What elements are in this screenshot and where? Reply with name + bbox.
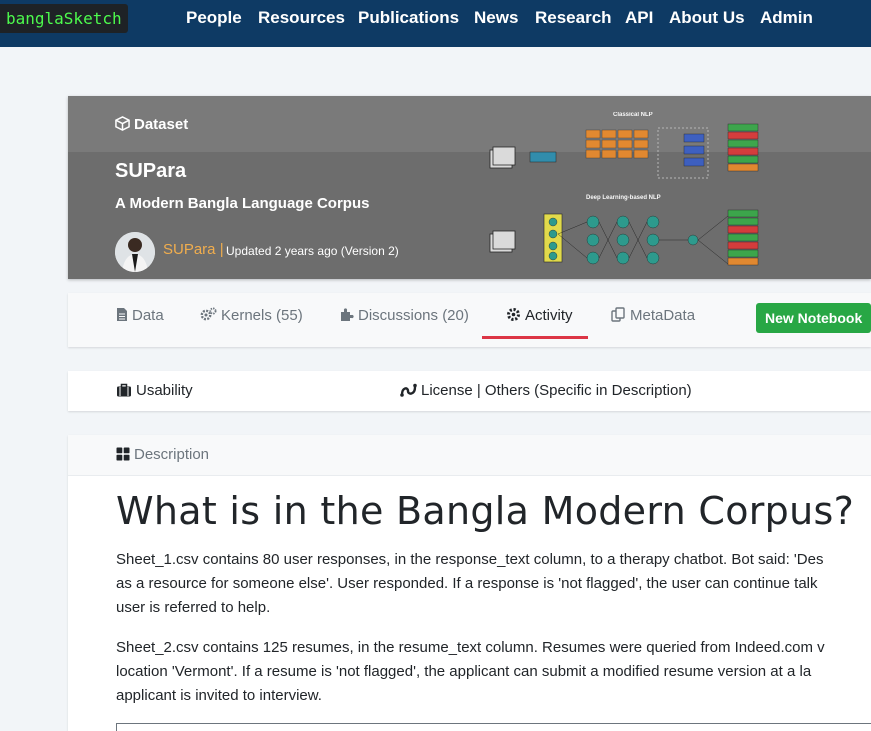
- license-label: License | Others (Specific in Descriptio…: [421, 382, 692, 399]
- nav-research[interactable]: Research: [535, 8, 612, 28]
- copy-icon: [611, 307, 625, 322]
- paragraph-2-line-1: Sheet_2.csv contains 125 resumes, in the…: [116, 639, 825, 656]
- active-tab-indicator: [482, 336, 588, 339]
- paragraph-1-line-2: as a resource for someone else'. User re…: [116, 575, 818, 592]
- figure-bottom-title: Deep Learning-based NLP: [586, 195, 661, 201]
- nav-publications[interactable]: Publications: [358, 8, 459, 28]
- description-heading: What is in the Bangla Modern Corpus?: [116, 489, 855, 533]
- gear-icon: [507, 308, 520, 321]
- tab-discussions-label: Discussions (20): [358, 307, 469, 324]
- owner-link[interactable]: SUPara |: [163, 241, 224, 258]
- nav-api[interactable]: API: [625, 8, 653, 28]
- tab-metadata[interactable]: MetaData: [611, 307, 695, 324]
- license-icon: [400, 383, 417, 397]
- file-icon: [117, 308, 127, 321]
- top-nav: banglaSketch People Resources Publicatio…: [0, 0, 871, 47]
- dataset-subtitle: A Modern Bangla Language Corpus: [115, 195, 370, 212]
- dataset-title: SUPara: [115, 160, 187, 182]
- tab-activity-label: Activity: [525, 307, 573, 324]
- dataset-info-bar: Usability License | Others (Specific in …: [68, 371, 871, 411]
- person-icon: [115, 232, 155, 272]
- usability-label: Usability: [136, 382, 193, 399]
- usability-info: Usability: [116, 382, 193, 399]
- figure-top-title: Classical NLP: [613, 112, 653, 118]
- grid-icon: [116, 447, 130, 461]
- nav-people[interactable]: People: [186, 8, 242, 28]
- nav-resources[interactable]: Resources: [258, 8, 345, 28]
- gears-icon: [200, 307, 217, 321]
- paragraph-2-line-2: location 'Vermont'. If a resume is 'not …: [116, 663, 812, 680]
- description-label: Description: [116, 446, 209, 463]
- paragraph-2-line-3: applicant is invited to interview.: [116, 687, 322, 704]
- briefcase-icon: [117, 383, 131, 397]
- nlp-pipeline-figure: Classical NLP Deep Learning-based NLP: [489, 112, 759, 266]
- data-table-edge: [116, 723, 871, 731]
- license-info: License | Others (Specific in Descriptio…: [400, 382, 692, 399]
- dataset-hero: Classical NLP Deep Learning-based NLP Da…: [68, 96, 871, 279]
- tab-data-label: Data: [132, 307, 164, 324]
- tab-discussions[interactable]: Discussions (20): [339, 307, 469, 324]
- description-card: Description What is in the Bangla Modern…: [68, 435, 871, 731]
- new-notebook-button[interactable]: New Notebook: [756, 303, 871, 333]
- nav-about-us[interactable]: About Us: [669, 8, 745, 28]
- paragraph-1-line-3: user is referred to help.: [116, 599, 271, 616]
- tab-activity[interactable]: Activity: [506, 307, 573, 324]
- updated-info: Updated 2 years ago (Version 2): [226, 244, 399, 258]
- dataset-tabs: Data Kernels (55) Discussions (20) Activ…: [68, 293, 871, 347]
- paragraph-1-line-1: Sheet_1.csv contains 80 user responses, …: [116, 551, 824, 568]
- tab-kernels-label: Kernels (55): [221, 307, 303, 324]
- description-header: Description: [68, 435, 871, 476]
- cube-icon: [115, 116, 130, 131]
- tab-data[interactable]: Data: [116, 307, 164, 324]
- puzzle-icon: [341, 308, 354, 321]
- nav-admin[interactable]: Admin: [760, 8, 813, 28]
- dataset-type-label: Dataset: [115, 116, 188, 133]
- dataset-type-text: Dataset: [134, 116, 189, 133]
- owner-avatar[interactable]: [115, 232, 155, 272]
- brand-logo[interactable]: banglaSketch: [0, 4, 128, 33]
- nav-news[interactable]: News: [474, 8, 518, 28]
- tab-metadata-label: MetaData: [630, 307, 696, 324]
- tab-kernels[interactable]: Kernels (55): [200, 307, 303, 324]
- description-label-text: Description: [134, 446, 210, 463]
